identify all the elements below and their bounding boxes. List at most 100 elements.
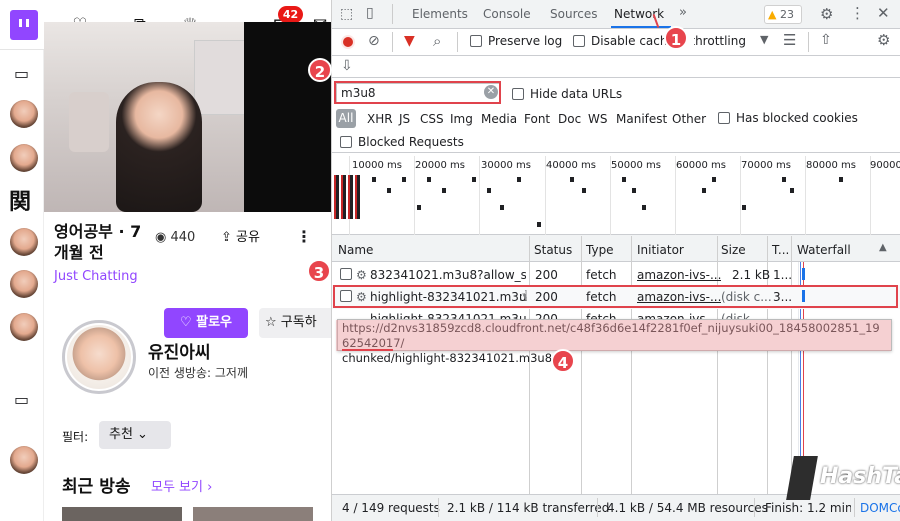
overview-bar	[712, 177, 716, 182]
sidebar-channel-avatar[interactable]	[10, 144, 38, 172]
chevron-down-icon[interactable]: ▼	[760, 33, 768, 46]
type-filter-ws[interactable]: WS	[588, 110, 607, 128]
divider	[808, 32, 809, 52]
type-filter-all[interactable]: All	[336, 109, 356, 128]
row-checkbox[interactable]	[340, 268, 352, 280]
timeline-tick-label: 20000 ms	[415, 160, 465, 171]
column-time[interactable]: T...	[772, 243, 789, 257]
overview-bar	[417, 205, 421, 210]
sidebar-channel-avatar[interactable]	[10, 270, 38, 298]
video-camera-icon: ▭	[14, 64, 30, 83]
filter-dropdown[interactable]: 추천 ⌄	[99, 421, 171, 449]
notification-badge: 42	[278, 6, 303, 23]
share-button[interactable]: ⇪ 공유	[213, 224, 277, 252]
column-size[interactable]: Size	[721, 243, 746, 257]
timeline-tick-label: 10000 ms	[352, 160, 402, 171]
type-filter-manifest[interactable]: Manifest	[616, 110, 667, 128]
type-filter-doc[interactable]: Doc	[558, 110, 581, 128]
hide-data-urls-checkbox[interactable]	[512, 88, 524, 100]
view-count: ◉ 440	[155, 230, 195, 245]
request-name[interactable]: 832341021.m3u8?allow_sou...	[370, 268, 526, 282]
share-label: 공유	[236, 230, 260, 245]
tick-line	[479, 156, 480, 235]
throttling-select[interactable]: No throttling	[694, 34, 746, 48]
resources-size: 4.1 kB / 54.4 MB resources	[607, 501, 768, 515]
has-blocked-cookies-checkbox[interactable]	[718, 112, 730, 124]
type-filter-other[interactable]: Other	[672, 110, 706, 128]
tab-elements[interactable]: Elements	[412, 7, 468, 21]
video-chair	[69, 92, 109, 152]
export-har-icon[interactable]: ⇩	[341, 58, 353, 74]
row-highlight-box	[333, 285, 898, 308]
type-filter-css[interactable]: CSS	[420, 110, 444, 128]
network-conditions-icon[interactable]: ☰	[783, 31, 796, 49]
callout-3: 3	[307, 259, 331, 283]
type-filter-font[interactable]: Font	[524, 110, 550, 128]
recent-broadcasts-title: 최근 방송	[62, 477, 131, 497]
timeline-tick-label: 90000	[870, 160, 900, 171]
category-link[interactable]: Just Chatting	[54, 269, 138, 284]
channel-name[interactable]: 유진아씨	[148, 338, 211, 363]
more-options-icon[interactable]: ⋮	[296, 227, 312, 249]
follow-button[interactable]: ♡ 팔로우	[164, 308, 248, 338]
type-filter-img[interactable]: Img	[450, 110, 473, 128]
column-initiator[interactable]: Initiator	[637, 243, 684, 257]
divider	[392, 4, 393, 24]
close-devtools-icon[interactable]: ✕	[877, 4, 890, 22]
see-all-link[interactable]: 모두 보기 ›	[151, 476, 212, 495]
video-thumbnail[interactable]	[62, 507, 182, 521]
overview-bar	[537, 222, 541, 227]
blocked-requests-checkbox[interactable]	[340, 136, 352, 148]
overview-bar	[702, 188, 706, 193]
more-vertical-icon[interactable]: ⋮	[850, 4, 865, 22]
sidebar-channel-avatar[interactable]	[10, 100, 38, 128]
column-name[interactable]: Name	[338, 243, 373, 257]
import-har-icon[interactable]: ⇧	[820, 32, 832, 48]
callout-4: 4	[551, 349, 575, 373]
fetch-icon: ⚙	[356, 268, 367, 282]
sort-ascending-icon[interactable]: ▲	[879, 242, 887, 253]
sidebar-channel-glyph[interactable]: 関	[9, 184, 31, 216]
profile-avatar[interactable]	[67, 325, 131, 389]
column-type[interactable]: Type	[586, 243, 614, 257]
sidebar-channel-avatar[interactable]	[10, 228, 38, 256]
overview-bar	[742, 205, 746, 210]
more-tabs-icon[interactable]: »	[679, 5, 687, 20]
request-type: fetch	[586, 268, 617, 282]
device-toolbar-icon[interactable]: ▯	[366, 5, 374, 21]
type-filter-js[interactable]: JS	[399, 110, 410, 128]
video-player[interactable]	[44, 22, 331, 212]
type-filter-media[interactable]: Media	[481, 110, 517, 128]
warnings-badge[interactable]: ▲ 23	[764, 5, 802, 24]
video-thumbnail[interactable]	[193, 507, 313, 521]
overview-bar	[472, 177, 476, 182]
request-initiator[interactable]: amazon-ivs-...	[637, 268, 721, 282]
tab-console[interactable]: Console	[483, 7, 531, 21]
network-settings-gear-icon[interactable]: ⚙	[877, 31, 890, 49]
tab-sources[interactable]: Sources	[550, 7, 597, 21]
sidebar-channel-avatar[interactable]	[10, 313, 38, 341]
preserve-log-checkbox[interactable]	[470, 35, 482, 47]
overview-bar	[782, 177, 786, 182]
timeline-tick-label: 80000 ms	[806, 160, 856, 171]
filter-value: 추천	[109, 427, 133, 442]
network-toolbar-2	[332, 56, 900, 78]
filter-funnel-icon[interactable]: ▼	[404, 33, 415, 49]
column-status[interactable]: Status	[534, 243, 572, 257]
tooltip-highlight	[336, 320, 891, 351]
callout-1: 1	[664, 26, 688, 50]
clear-icon[interactable]: ⊘	[368, 33, 380, 49]
settings-gear-icon[interactable]: ⚙	[820, 5, 833, 23]
twitch-logo-icon[interactable]	[10, 10, 38, 40]
record-icon[interactable]	[341, 35, 355, 49]
hashtag-watermark: HashTag	[786, 450, 900, 510]
callout-2: 2	[308, 58, 332, 82]
column-waterfall[interactable]: Waterfall	[797, 243, 851, 257]
overview-bar	[487, 188, 491, 193]
search-icon[interactable]: ⌕	[433, 32, 441, 50]
subscribe-button[interactable]: ☆ 구독하	[259, 308, 331, 338]
inspect-element-icon[interactable]: ⬚	[340, 6, 353, 22]
type-filter-xhr[interactable]: XHR	[367, 110, 393, 128]
disable-cache-checkbox[interactable]	[573, 35, 585, 47]
sidebar-channel-avatar[interactable]	[10, 446, 38, 474]
